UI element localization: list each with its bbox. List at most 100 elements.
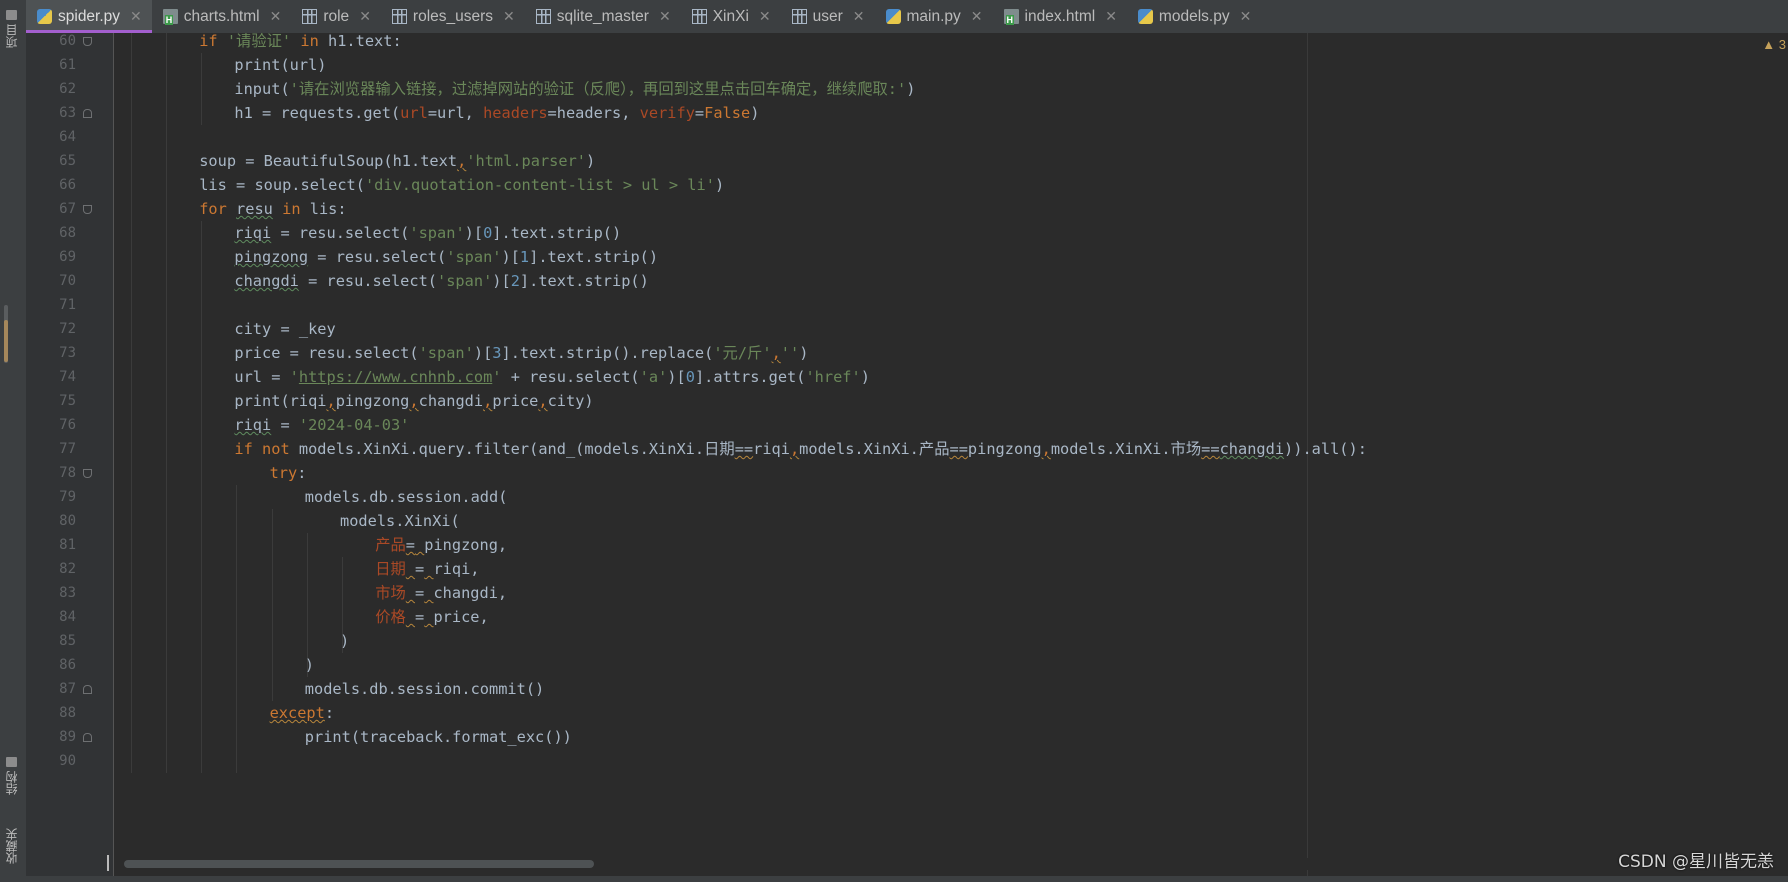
line-number: 77: [59, 441, 76, 457]
line-number: 75: [59, 393, 76, 409]
tab-xinxi[interactable]: XinXi ✕: [681, 0, 781, 33]
line-number: 87: [59, 681, 76, 697]
python-file-icon: [885, 9, 901, 24]
line-number: 89: [59, 729, 76, 745]
code-line[interactable]: riqi = resu.select('span')[0].text.strip…: [234, 221, 621, 245]
code-line[interactable]: lis = soup.select('div.quotation-content…: [199, 173, 724, 197]
close-icon[interactable]: ✕: [1240, 8, 1252, 25]
project-tool-label: 项目: [5, 24, 19, 48]
code-line[interactable]: if '请验证' in h1.text:: [199, 33, 401, 53]
line-number: 82: [59, 561, 76, 577]
tab-roles_users[interactable]: roles_users ✕: [381, 0, 525, 33]
code-line[interactable]: except:: [270, 701, 334, 725]
status-strip: [0, 876, 1788, 882]
indent-guide: [236, 485, 238, 773]
text-caret: [107, 855, 109, 871]
code-line[interactable]: 市场 = changdi,: [375, 581, 507, 605]
tab-role[interactable]: role ✕: [291, 0, 381, 33]
horizontal-scrollbar[interactable]: [114, 858, 1788, 870]
fold-marker-icon[interactable]: [83, 733, 92, 742]
tab-label: sqlite_master: [556, 7, 649, 25]
tab-charts-html[interactable]: charts.html ✕: [152, 0, 292, 33]
close-icon[interactable]: ✕: [659, 8, 671, 25]
favorites-tool-button[interactable]: 收藏夹: [3, 828, 20, 864]
line-number: 88: [59, 705, 76, 721]
tab-index-html[interactable]: index.html ✕: [993, 0, 1127, 33]
close-icon[interactable]: ✕: [359, 8, 371, 25]
line-number: 66: [59, 177, 76, 193]
code-line[interactable]: print(riqi,pingzong,changdi,price,city): [234, 389, 593, 413]
indent-guide: [130, 33, 132, 773]
close-icon[interactable]: ✕: [503, 8, 515, 25]
fold-marker-icon[interactable]: [83, 37, 92, 46]
line-number-gutter: 60 61 62 63 64 65 66 67 68 69 70 71 72 73 74 75 76 77 78 79…: [26, 33, 114, 876]
fold-marker-icon[interactable]: [83, 205, 92, 214]
code-line[interactable]: for resu in lis:: [199, 197, 346, 221]
line-number: 74: [59, 369, 76, 385]
tab-label: XinXi: [712, 7, 749, 25]
line-number: 78: [59, 465, 76, 481]
tab-label: main.py: [906, 7, 961, 25]
line-number: 69: [59, 249, 76, 265]
inspection-count-label: 3: [1778, 37, 1786, 52]
scrollbar-thumb[interactable]: [124, 860, 594, 868]
structure-icon: [6, 757, 17, 767]
code-line[interactable]: changdi = resu.select('span')[2].text.st…: [234, 269, 648, 293]
tab-user[interactable]: user ✕: [781, 0, 875, 33]
line-number: 79: [59, 489, 76, 505]
line-number: 86: [59, 657, 76, 673]
code-line[interactable]: if not models.XinXi.query.filter(and_(mo…: [234, 437, 1367, 461]
close-icon[interactable]: ✕: [853, 8, 865, 25]
structure-tool-button[interactable]: 结构: [3, 757, 20, 795]
code-line[interactable]: ): [305, 653, 314, 677]
table-icon: [691, 9, 707, 24]
folder-icon: [6, 10, 17, 20]
tab-models-py[interactable]: models.py ✕: [1127, 0, 1261, 33]
tab-sqlite_master[interactable]: sqlite_master ✕: [525, 0, 681, 33]
fold-marker-icon[interactable]: [83, 469, 92, 478]
close-icon[interactable]: ✕: [130, 8, 142, 25]
code-line[interactable]: 日期 = riqi,: [375, 557, 479, 581]
tab-label: roles_users: [412, 7, 494, 25]
line-number: 60: [59, 33, 76, 49]
tab-label: index.html: [1024, 7, 1096, 25]
code-line[interactable]: pingzong = resu.select('span')[1].text.s…: [234, 245, 658, 269]
favorites-tool-label: 收藏夹: [5, 828, 19, 864]
close-icon[interactable]: ✕: [971, 8, 983, 25]
indent-guide: [271, 509, 273, 701]
code-line[interactable]: riqi = '2024-04-03': [234, 413, 409, 437]
scroll-highlight: [4, 320, 8, 362]
table-icon: [391, 9, 407, 24]
left-tool-strip: 项目 结构 收藏夹: [0, 0, 27, 882]
code-line[interactable]: soup = BeautifulSoup(h1.text,'html.parse…: [199, 149, 595, 173]
code-line[interactable]: h1 = requests.get(url=url, headers=heade…: [234, 101, 759, 125]
code-line[interactable]: print(url): [234, 53, 326, 77]
fold-marker-icon[interactable]: [83, 109, 92, 118]
project-tool-button[interactable]: 项目: [3, 10, 20, 48]
code-line[interactable]: print(traceback.format_exc()): [305, 725, 572, 749]
code-line[interactable]: models.XinXi(: [340, 509, 460, 533]
code-line[interactable]: models.db.session.add(: [305, 485, 508, 509]
code-line[interactable]: ): [340, 629, 349, 653]
fold-marker-icon[interactable]: [83, 685, 92, 694]
watermark: CSDN @星川皆无恙: [1618, 852, 1774, 872]
line-number: 61: [59, 57, 76, 73]
close-icon[interactable]: ✕: [1105, 8, 1117, 25]
code-line[interactable]: price = resu.select('span')[3].text.stri…: [234, 341, 808, 365]
code-line[interactable]: url = 'https://www.cnhnb.com' + resu.sel…: [234, 365, 870, 389]
code-line[interactable]: 价格 = price,: [375, 605, 489, 629]
code-line[interactable]: input('请在浏览器输入链接，过滤掉网站的验证（反爬），再回到这里点击回车确…: [234, 77, 915, 101]
close-icon[interactable]: ✕: [759, 8, 771, 25]
code-line[interactable]: 产品= pingzong,: [375, 533, 507, 557]
line-number: 85: [59, 633, 76, 649]
tab-label: models.py: [1158, 7, 1230, 25]
line-number: 84: [59, 609, 76, 625]
inspection-warning-count[interactable]: ▲ 3: [1762, 37, 1786, 52]
tab-main-py[interactable]: main.py ✕: [875, 0, 993, 33]
line-number: 64: [59, 129, 76, 145]
code-line[interactable]: city = _key: [234, 317, 335, 341]
close-icon[interactable]: ✕: [270, 8, 282, 25]
code-line[interactable]: models.db.session.commit(): [305, 677, 544, 701]
code-line[interactable]: try:: [270, 461, 307, 485]
code-editor[interactable]: ▲ 3 if '请验证' in h1.text: print(url) input(…: [114, 33, 1788, 876]
